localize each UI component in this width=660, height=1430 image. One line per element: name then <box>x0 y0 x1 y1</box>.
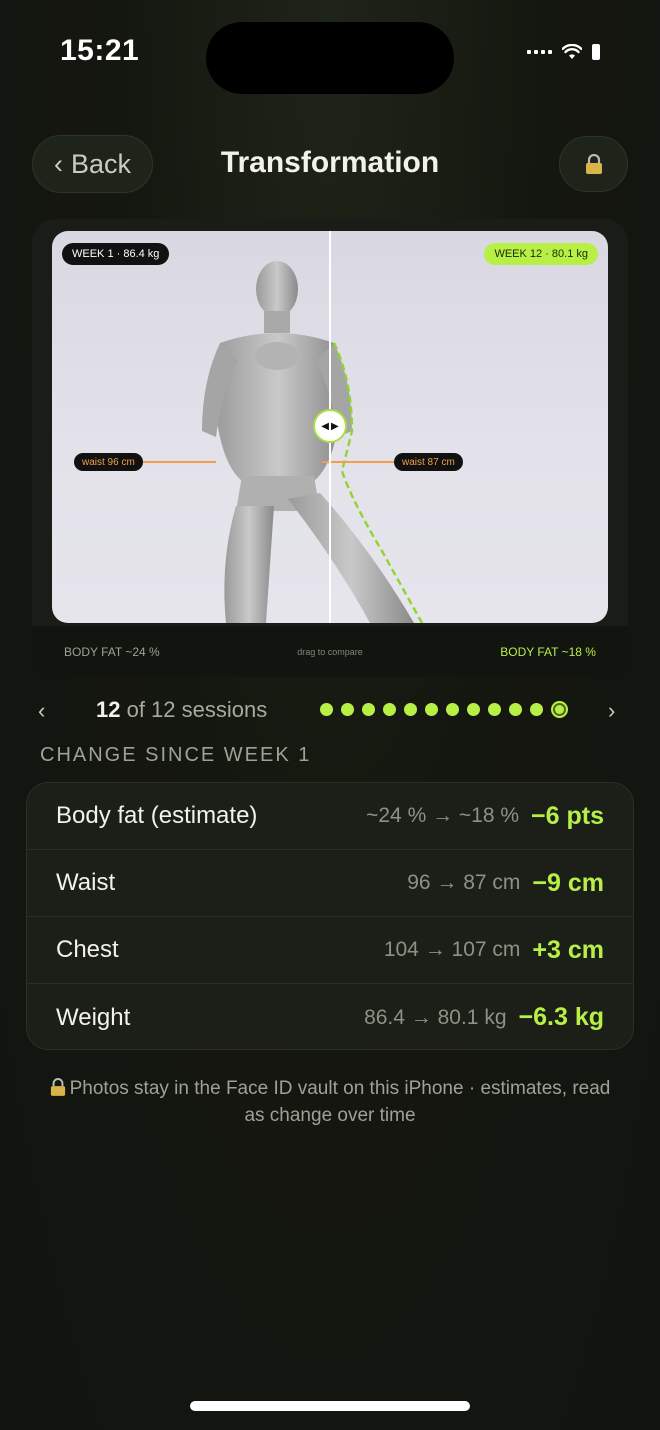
change-stats-table: Body fat (estimate) ~24 % → ~18 % −6 pts… <box>26 782 634 1050</box>
stat-delta: −6.3 kg <box>518 1003 604 1031</box>
session-dot[interactable] <box>467 703 480 716</box>
week-1-tag: WEEK 1 · 86.4 kg <box>62 243 170 265</box>
session-current: 12 <box>96 697 121 722</box>
compare-slider-handle[interactable]: ◀ ▶ <box>313 409 347 443</box>
dynamic-island <box>206 22 454 94</box>
cellular-signal-icon <box>527 50 552 54</box>
session-dot[interactable] <box>404 703 417 716</box>
lock-icon <box>585 154 602 174</box>
status-icons <box>527 44 600 60</box>
lock-icon <box>50 1078 65 1096</box>
session-dot[interactable] <box>320 703 333 716</box>
stat-delta: −6 pts <box>531 801 604 830</box>
stat-row-waist: Waist 96 → 87 cm −9 cm <box>27 850 633 917</box>
week-12-tag: WEEK 12 · 80.1 kg <box>484 243 598 265</box>
home-indicator[interactable] <box>190 1401 470 1411</box>
session-rest: of 12 sessions <box>120 697 268 722</box>
session-dots[interactable] <box>320 701 568 718</box>
stat-row-chest: Chest 104 → 107 cm +3 cm <box>27 917 633 984</box>
compare-footer: BODY FAT ~24 % drag to compare BODY FAT … <box>32 626 628 677</box>
session-dot[interactable] <box>509 703 522 716</box>
section-title: CHANGE SINCE WEEK 1 <box>40 744 312 766</box>
session-dot[interactable] <box>530 703 543 716</box>
waist-line-right <box>322 461 396 463</box>
stat-range: ~24 % → ~18 % <box>366 804 520 827</box>
waist-line-left <box>138 461 216 463</box>
privacy-footnote: Photos stay in the Face ID vault on this… <box>40 1075 620 1129</box>
session-dot[interactable] <box>446 703 459 716</box>
arrow-left-icon: ◀ <box>321 420 329 432</box>
drag-hint: drag to compare <box>297 646 363 657</box>
body-fat-after: BODY FAT ~18 % <box>500 644 596 659</box>
session-dot[interactable] <box>362 703 375 716</box>
waist-tag-right: waist 87 cm <box>394 453 463 471</box>
status-time: 15:21 <box>60 34 140 67</box>
wifi-icon <box>562 44 582 59</box>
stat-row-body-fat: Body fat (estimate) ~24 % → ~18 % −6 pts <box>27 783 633 850</box>
session-dot[interactable] <box>488 703 501 716</box>
session-dot[interactable] <box>383 703 396 716</box>
session-dot-current[interactable] <box>551 701 568 718</box>
stat-label: Body fat (estimate) <box>56 802 258 829</box>
footnote-text: Photos stay in the Face ID vault on this… <box>69 1078 611 1126</box>
session-dot[interactable] <box>341 703 354 716</box>
compare-card: WEEK 1 · 86.4 kg WEEK 12 · 80.1 kg waist… <box>32 219 628 677</box>
stat-delta: −9 cm <box>532 868 604 897</box>
lock-button[interactable] <box>559 136 628 192</box>
next-session-button[interactable]: › <box>608 698 615 724</box>
stat-range: 86.4 → 80.1 kg <box>364 1005 507 1029</box>
waist-tag-left: waist 96 cm <box>74 453 143 471</box>
stat-range: 96 → 87 cm <box>407 871 521 894</box>
arrow-right-icon: ▶ <box>331 420 339 432</box>
session-counter: 12 of 12 sessions <box>96 697 267 723</box>
stat-label: Weight <box>56 1003 131 1031</box>
stat-delta: +3 cm <box>532 935 604 964</box>
session-dot[interactable] <box>425 703 438 716</box>
body-fat-before: BODY FAT ~24 % <box>64 644 160 659</box>
stat-label: Waist <box>56 869 116 896</box>
stat-row-weight: Weight 86.4 → 80.1 kg −6.3 kg <box>27 984 633 1049</box>
stat-range: 104 → 107 cm <box>383 938 521 961</box>
battery-icon <box>592 44 600 60</box>
previous-session-button[interactable]: ‹ <box>38 698 45 724</box>
stat-label: Chest <box>56 936 119 963</box>
compare-photo[interactable]: WEEK 1 · 86.4 kg WEEK 12 · 80.1 kg waist… <box>52 231 608 623</box>
